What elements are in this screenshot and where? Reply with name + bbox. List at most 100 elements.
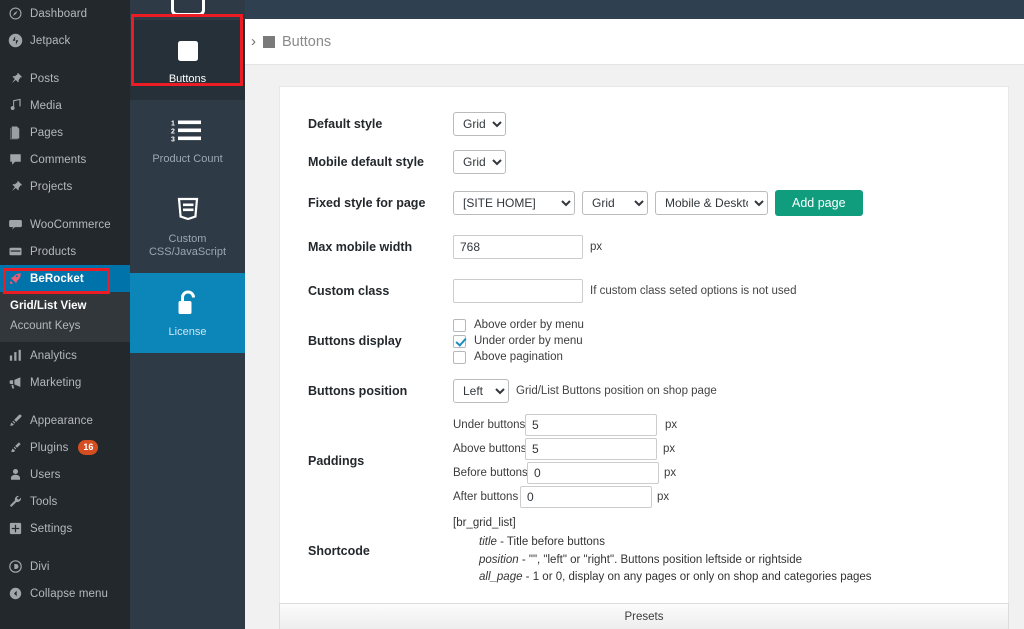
checkbox-label: Under order by menu [474, 335, 583, 347]
buttons-position-hint: Grid/List Buttons position on shop page [516, 385, 717, 397]
sidebar-item-account-keys[interactable]: Account Keys [0, 316, 130, 336]
tab-custom-css-javascript[interactable]: Custom CSS/JavaScript [130, 180, 245, 274]
chevron-right-icon: › [251, 34, 256, 49]
analytics-icon [8, 348, 23, 363]
max-mobile-width-input[interactable] [453, 235, 583, 259]
fixed-style-device-select[interactable]: Mobile & Desktop [655, 191, 768, 215]
sidebar-item-media[interactable]: Media [0, 92, 130, 119]
row-paddings: Paddings Under buttons px Above buttons [280, 413, 1008, 509]
divi-icon [8, 559, 23, 574]
tab-license[interactable]: License [130, 273, 245, 353]
label-shortcode: Shortcode [280, 544, 453, 558]
wrench-icon [8, 494, 23, 509]
checkbox-row[interactable]: Above pagination [453, 351, 584, 364]
submenu-label: Account Keys [10, 320, 80, 332]
row-buttons-display: Buttons display Above order by menu Unde… [280, 313, 1008, 369]
sidebar-item-label: Dashboard [30, 8, 87, 20]
custom-class-input[interactable] [453, 279, 583, 303]
admin-screen: Dashboard Jetpack Posts Media Pages Comm… [0, 0, 1024, 629]
tab-label: Buttons [134, 73, 241, 87]
sidebar-item-woocommerce[interactable]: WooCommerce [0, 211, 130, 238]
label-default-style: Default style [280, 117, 453, 131]
svg-text:1: 1 [171, 120, 175, 127]
padding-above-buttons-input[interactable] [525, 438, 657, 460]
sidebar-item-plugins[interactable]: Plugins 16 [0, 434, 130, 461]
shortcode-param: position - "", "left" or "right". Button… [453, 552, 872, 570]
pin-icon [8, 71, 23, 86]
sidebar-item-comments[interactable]: Comments [0, 146, 130, 173]
row-fixed-style-for-page: Fixed style for page [SITE HOME] Grid Mo… [280, 181, 1008, 225]
sidebar-item-label: Collapse menu [30, 588, 108, 600]
checkbox-row[interactable]: Above order by menu [453, 319, 584, 332]
unlock-icon [134, 287, 241, 321]
padding-row: Above buttons px [453, 438, 677, 460]
default-style-select[interactable]: Grid [453, 112, 506, 136]
sidebar-item-settings[interactable]: Settings [0, 515, 130, 542]
sidebar-item-appearance[interactable]: Appearance [0, 407, 130, 434]
presets-label: Presets [625, 611, 664, 623]
sidebar-item-projects[interactable]: Projects [0, 173, 130, 200]
mobile-default-style-select[interactable]: Grid [453, 150, 506, 174]
sidebar-item-products[interactable]: Products [0, 238, 130, 265]
presets-bar[interactable]: Presets [279, 603, 1009, 629]
submenu-label: Grid/List View [10, 300, 86, 312]
sidebar-item-pages[interactable]: Pages [0, 119, 130, 146]
settings-panel: Default style Grid Mobile default style … [279, 86, 1009, 604]
pin-icon [8, 179, 23, 194]
padding-label: Under buttons [453, 419, 525, 431]
buttons-position-select[interactable]: Left [453, 379, 509, 403]
sidebar-item-dashboard[interactable]: Dashboard [0, 0, 130, 27]
shortcode-param: title - Title before buttons [453, 534, 872, 552]
padding-row: Under buttons px [453, 414, 677, 436]
svg-text:3: 3 [171, 136, 175, 143]
padding-row: Before buttons px [453, 462, 677, 484]
sidebar-item-users[interactable]: Users [0, 461, 130, 488]
comments-icon [8, 152, 23, 167]
sidebar-item-label: WooCommerce [30, 219, 111, 231]
checkbox-under-order-by-menu[interactable] [453, 335, 466, 348]
checkbox-row[interactable]: Under order by menu [453, 335, 584, 348]
sidebar-item-analytics[interactable]: Analytics [0, 342, 130, 369]
shortcode-param: all_page - 1 or 0, display on any pages … [453, 569, 872, 587]
settings-icon [8, 521, 23, 536]
add-page-button[interactable]: Add page [775, 190, 863, 216]
tab-buttons[interactable]: Buttons [130, 20, 245, 100]
sidebar-item-label: Pages [30, 127, 63, 139]
sidebar-item-tools[interactable]: Tools [0, 488, 130, 515]
padding-label: After buttons [453, 491, 520, 503]
padding-before-buttons-input[interactable] [527, 462, 659, 484]
tab-product-count[interactable]: 1 2 3 Product Count [130, 100, 245, 180]
checkbox-above-order-by-menu[interactable] [453, 319, 466, 332]
sidebar-item-divi[interactable]: Divi [0, 553, 130, 580]
shortcode-param-name: title [479, 536, 497, 548]
sidebar-item-collapse-menu[interactable]: Collapse menu [0, 580, 130, 607]
padding-under-buttons-input[interactable] [525, 414, 657, 436]
sidebar-item-label: Media [30, 100, 62, 112]
row-shortcode: Shortcode [br_grid_list] title - Title b… [280, 509, 1008, 593]
megaphone-icon [8, 375, 23, 390]
products-icon [8, 244, 23, 259]
sidebar-item-jetpack[interactable]: Jetpack [0, 27, 130, 54]
tab-label: Custom CSS/JavaScript [134, 233, 241, 261]
tab-label: Product Count [134, 153, 241, 167]
fixed-style-style-select[interactable]: Grid [582, 191, 648, 215]
checkbox-above-pagination[interactable] [453, 351, 466, 364]
numbered-list-icon: 1 2 3 [134, 114, 241, 148]
sidebar-item-label: Appearance [30, 415, 93, 427]
sidebar-item-marketing[interactable]: Marketing [0, 369, 130, 396]
fixed-style-page-select[interactable]: [SITE HOME] [453, 191, 575, 215]
media-icon [8, 98, 23, 113]
row-custom-class: Custom class If custom class seted optio… [280, 268, 1008, 313]
sidebar-item-posts[interactable]: Posts [0, 65, 130, 92]
sidebar-item-grid-list-view[interactable]: Grid/List View [0, 296, 130, 316]
sidebar-item-label: Comments [30, 154, 86, 166]
tab-partial-above[interactable] [130, 0, 245, 20]
pages-icon [8, 125, 23, 140]
padding-row: After buttons px [453, 486, 677, 508]
unit-px: px [664, 467, 676, 479]
sidebar-divider [0, 542, 130, 553]
sidebar-item-berocket[interactable]: BeRocket [0, 265, 130, 292]
padding-after-buttons-input[interactable] [520, 486, 652, 508]
checkbox-label: Above order by menu [474, 319, 584, 331]
main-content: › Buttons Default style Grid Mobile defa [245, 0, 1024, 629]
